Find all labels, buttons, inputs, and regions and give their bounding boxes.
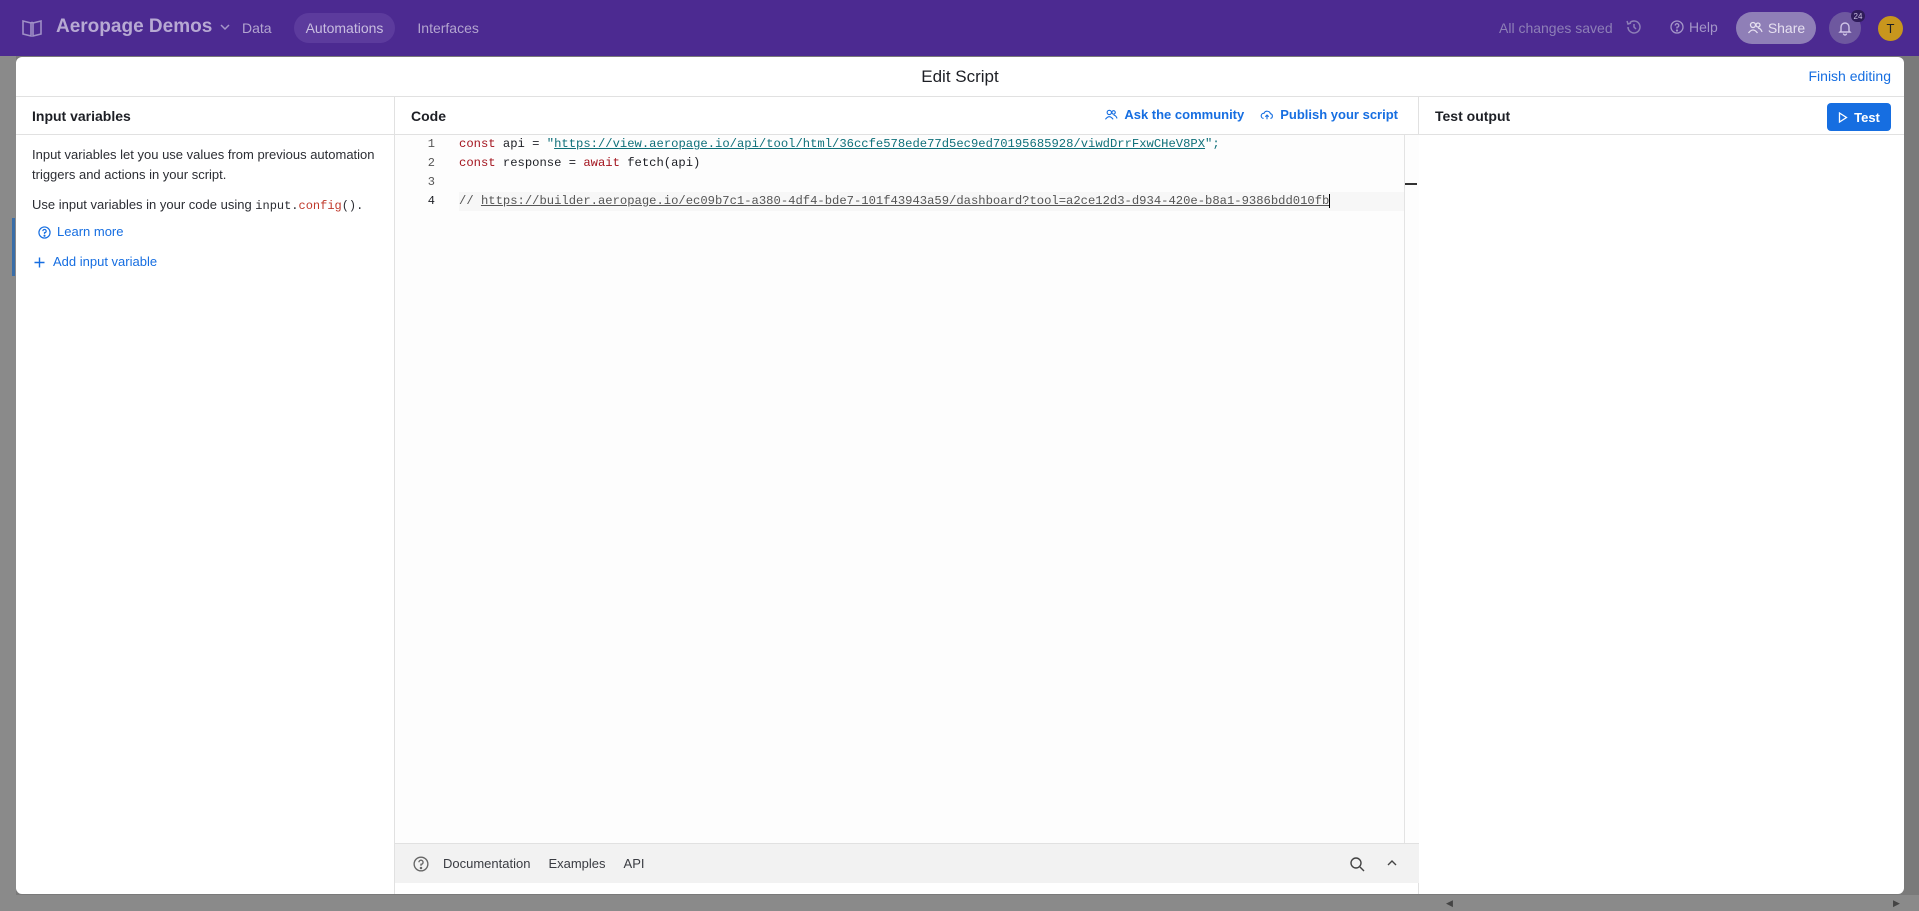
test-button[interactable]: Test bbox=[1827, 103, 1891, 131]
question-icon bbox=[1670, 20, 1684, 34]
nav-automations[interactable]: Automations bbox=[293, 13, 396, 43]
usage-code-fn: config bbox=[298, 199, 342, 213]
examples-tab[interactable]: Examples bbox=[548, 856, 605, 871]
background-scrollbar bbox=[0, 895, 1919, 911]
save-status: All changes saved bbox=[1499, 20, 1613, 36]
code-footer: Documentation Examples API bbox=[395, 843, 1419, 883]
learn-more-link[interactable]: Learn more bbox=[38, 222, 378, 242]
code-text: api = bbox=[495, 137, 547, 151]
code-text: response = bbox=[495, 156, 584, 170]
users-icon bbox=[1747, 21, 1763, 34]
code-string-quote: " bbox=[546, 137, 555, 151]
ask-community-label: Ask the community bbox=[1124, 107, 1245, 122]
plus-icon bbox=[34, 257, 45, 267]
help-circle-icon[interactable] bbox=[413, 855, 429, 872]
base-name-menu[interactable]: Aeropage Demos bbox=[56, 16, 232, 38]
code-keyword: await bbox=[583, 156, 620, 170]
finish-editing-button[interactable]: Finish editing bbox=[1809, 68, 1892, 84]
scroll-left-icon[interactable]: ◀ bbox=[1446, 898, 1453, 909]
ask-community-link[interactable]: Ask the community bbox=[1104, 107, 1244, 122]
history-icon[interactable] bbox=[1625, 18, 1643, 36]
cloud-upload-icon bbox=[1260, 110, 1274, 119]
search-icon[interactable] bbox=[1349, 856, 1365, 872]
test-label: Test bbox=[1854, 109, 1880, 125]
add-input-variable-button[interactable]: Add input variable bbox=[34, 252, 378, 272]
edit-script-dialog: Edit Script Finish editing Input variabl… bbox=[16, 57, 1904, 894]
nav-data[interactable]: Data bbox=[230, 13, 284, 43]
usage-code: input.config(). bbox=[255, 199, 363, 213]
learn-more-label: Learn more bbox=[57, 224, 124, 239]
background-page bbox=[0, 56, 16, 911]
nav-interfaces[interactable]: Interfaces bbox=[405, 13, 490, 43]
add-input-variable-label: Add input variable bbox=[53, 254, 158, 269]
help-label: Help bbox=[1689, 19, 1718, 35]
code-keyword: const bbox=[459, 137, 496, 151]
code-comment: // bbox=[459, 194, 481, 208]
share-button[interactable]: Share bbox=[1736, 12, 1816, 44]
community-icon bbox=[1105, 109, 1118, 120]
publish-script-link[interactable]: Publish your script bbox=[1260, 107, 1398, 122]
line-number: 4 bbox=[427, 194, 435, 208]
dialog-title: Edit Script bbox=[921, 67, 999, 86]
app-title: Aeropage Demos bbox=[56, 16, 213, 37]
code-text: fetch(api) bbox=[619, 156, 701, 170]
scrollbar-cursor-marker bbox=[1405, 183, 1417, 185]
line-number: 3 bbox=[427, 175, 435, 189]
usage-code-obj: input. bbox=[255, 199, 299, 213]
share-label: Share bbox=[1767, 20, 1806, 36]
dialog-header: Edit Script Finish editing bbox=[16, 57, 1904, 97]
main-nav: Data Automations Interfaces bbox=[230, 13, 491, 43]
code-editor[interactable]: 1 2 3 4 const api = "https://view.aeropa… bbox=[395, 135, 1419, 843]
code-lines[interactable]: const api = "https://view.aeropage.io/ap… bbox=[459, 135, 1404, 211]
code-heading: Code Ask the community Publish your scri… bbox=[395, 97, 1418, 135]
usage-text: Use input variables in your code using bbox=[32, 197, 256, 212]
code-panel: Code Ask the community Publish your scri… bbox=[395, 97, 1419, 894]
input-variables-usage: Use input variables in your code using i… bbox=[32, 195, 378, 216]
bell-icon bbox=[1838, 22, 1852, 36]
editor-scrollbar[interactable] bbox=[1404, 135, 1405, 843]
input-variables-panel: Input variables Input variables let you … bbox=[16, 97, 395, 894]
usage-code-paren: (). bbox=[341, 199, 364, 213]
code-heading-label: Code bbox=[411, 107, 446, 124]
publish-script-label: Publish your script bbox=[1280, 107, 1398, 122]
input-variables-description: Input variables let you use values from … bbox=[32, 147, 375, 182]
api-tab[interactable]: API bbox=[624, 856, 645, 871]
input-variables-heading: Input variables bbox=[16, 97, 394, 135]
background-selection-marker bbox=[12, 218, 15, 276]
code-line-2: const response = await fetch(api) bbox=[459, 154, 1404, 173]
code-keyword: const bbox=[459, 156, 496, 170]
help-button[interactable]: Help bbox=[1670, 19, 1718, 35]
avatar[interactable]: T bbox=[1876, 14, 1905, 43]
text-cursor bbox=[1329, 193, 1331, 208]
line-number-gutter: 1 2 3 4 bbox=[395, 135, 445, 211]
code-string-url[interactable]: https://view.aeropage.io/api/tool/html/3… bbox=[554, 137, 1205, 151]
line-number: 2 bbox=[427, 156, 435, 170]
question-circle-icon bbox=[38, 225, 51, 239]
test-output-label: Test output bbox=[1435, 107, 1511, 124]
notifications-badge: 24 bbox=[1851, 10, 1865, 22]
chevron-up-icon[interactable] bbox=[1385, 856, 1399, 870]
code-line-1: const api = "https://view.aeropage.io/ap… bbox=[459, 135, 1404, 154]
documentation-tab[interactable]: Documentation bbox=[443, 856, 530, 871]
play-icon bbox=[1838, 111, 1848, 123]
scroll-right-icon[interactable]: ▶ bbox=[1893, 898, 1900, 909]
top-bar: Aeropage Demos Data Automations Interfac… bbox=[0, 0, 1919, 56]
code-line-4: // https://builder.aeropage.io/ec09b7c1-… bbox=[459, 192, 1404, 211]
line-number: 1 bbox=[427, 137, 435, 151]
code-string-end: "; bbox=[1205, 137, 1220, 151]
test-output-panel: Test output Test bbox=[1419, 97, 1904, 894]
code-comment-url[interactable]: https://builder.aeropage.io/ec09b7c1-a38… bbox=[481, 194, 1329, 208]
test-output-heading: Test output Test bbox=[1419, 97, 1904, 135]
book-icon[interactable] bbox=[20, 16, 44, 40]
